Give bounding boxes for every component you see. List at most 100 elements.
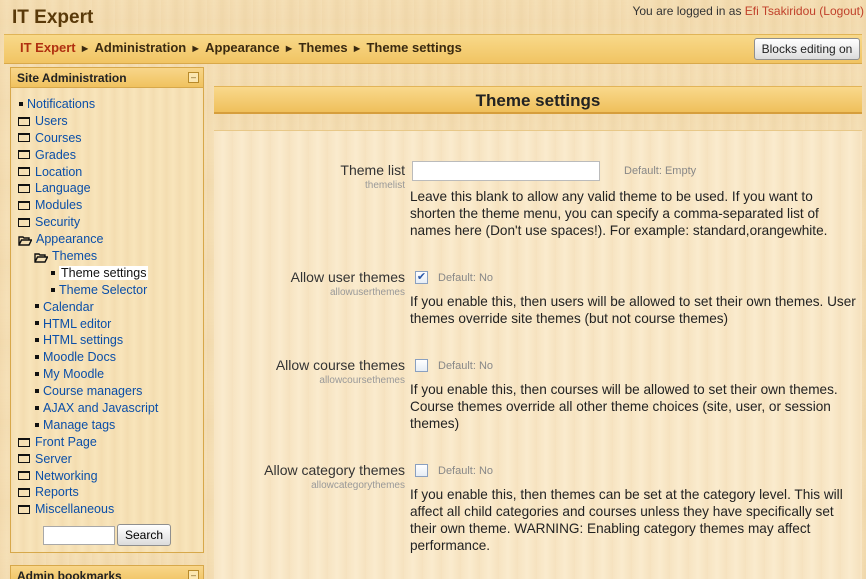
sidebar-item[interactable]: Notifications xyxy=(17,96,158,113)
folder-open-icon xyxy=(34,251,49,263)
folder-icon xyxy=(18,133,30,143)
setting-label: Allow category themes xyxy=(264,462,405,478)
sidebar-item-text: Notifications xyxy=(27,97,96,111)
navbar: IT Expert ► Administration ► Appearance ► Them… xyxy=(4,34,862,64)
user-name-link[interactable]: Efi Tsakiridou xyxy=(745,4,816,18)
sidebar-item[interactable]: HTML settings xyxy=(17,332,158,349)
sidebar-item-label[interactable]: Security xyxy=(35,215,80,229)
bullet-icon xyxy=(35,304,39,309)
setting-code: allowuserthemes xyxy=(329,287,405,298)
sidebar-item[interactable]: Reports xyxy=(17,484,158,501)
login-prefix: You are logged in as xyxy=(632,4,745,18)
setting-default: Default: No xyxy=(438,272,494,284)
sidebar-item[interactable]: Theme Selector xyxy=(17,282,158,299)
sidebar-item-label[interactable]: Language xyxy=(35,181,91,195)
sidebar-item-text: Courses xyxy=(35,130,82,145)
setting-default: Default: Empty xyxy=(624,165,697,177)
bullet-icon xyxy=(35,405,39,410)
sidebar-item-label[interactable]: Themes xyxy=(52,249,97,263)
sidebar-item-label[interactable]: Users xyxy=(35,114,68,128)
sidebar-item[interactable]: Front Page xyxy=(17,434,158,451)
sidebar-item-label[interactable]: Courses xyxy=(35,131,82,145)
breadcrumb-item-themes[interactable]: Themes xyxy=(298,40,347,55)
sidebar-item[interactable]: Modules xyxy=(17,197,158,214)
sidebar-item[interactable]: Appearance xyxy=(17,231,158,248)
login-info: You are logged in as Efi Tsakiridou (Log… xyxy=(632,4,864,18)
sidebar-item-label[interactable]: Front Page xyxy=(35,435,97,449)
setting-code: allowcategorythemes xyxy=(311,480,405,491)
folder-icon xyxy=(18,488,30,498)
breadcrumb-separator: ► xyxy=(351,43,363,55)
sidebar-item[interactable]: Security xyxy=(17,214,158,231)
sidebar-item-label[interactable]: Course managers xyxy=(43,384,142,398)
themelist-input[interactable] xyxy=(412,161,600,181)
sidebar-item-text: HTML editor xyxy=(43,316,112,331)
bullet-icon xyxy=(19,101,23,106)
sidebar-item-label[interactable]: Appearance xyxy=(36,232,103,246)
sidebar-item-label[interactable]: Moodle Docs xyxy=(43,350,116,364)
sidebar-item-label[interactable]: Server xyxy=(35,452,72,466)
sidebar-item-label[interactable]: HTML editor xyxy=(43,317,111,331)
sidebar-item-label[interactable]: HTML settings xyxy=(43,333,123,347)
sidebar-item-label[interactable]: Miscellaneous xyxy=(35,502,114,516)
breadcrumb-separator: ► xyxy=(79,43,91,55)
sidebar-item[interactable]: HTML editor xyxy=(17,316,158,333)
sidebar-item[interactable]: Networking xyxy=(17,468,158,485)
setting-code: allowcoursethemes xyxy=(319,375,405,386)
sidebar-item-label[interactable]: Grades xyxy=(35,148,76,162)
sidebar-item-label[interactable]: My Moodle xyxy=(43,367,104,381)
sidebar-item[interactable]: Moodle Docs xyxy=(17,349,158,366)
sidebar-item[interactable]: Theme settings xyxy=(17,265,158,282)
blocks-editing-button[interactable]: Blocks editing on xyxy=(754,38,860,60)
sidebar-item-label[interactable]: Reports xyxy=(35,485,79,499)
sidebar-item-label[interactable]: Networking xyxy=(35,469,98,483)
breadcrumb-item-administration[interactable]: Administration xyxy=(95,40,187,55)
sidebar-item[interactable]: Language xyxy=(17,180,158,197)
setting-label: Theme list xyxy=(340,162,405,178)
folder-icon xyxy=(18,437,30,447)
setting-label: Allow user themes xyxy=(290,269,405,285)
sidebar-item-label[interactable]: Modules xyxy=(35,198,82,212)
sidebar-item[interactable]: AJAX and Javascript xyxy=(17,400,158,417)
minus-icon[interactable]: – xyxy=(188,72,199,83)
folder-icon xyxy=(18,116,30,126)
sidebar-item-label[interactable]: Theme settings xyxy=(59,265,149,280)
sidebar-item[interactable]: Users xyxy=(17,113,158,130)
sidebar-item-label[interactable]: Manage tags xyxy=(43,418,115,432)
admin-search-button[interactable]: Search xyxy=(117,524,171,546)
allowuserthemes-checkbox[interactable]: ✔ xyxy=(415,271,428,284)
minus-icon[interactable]: – xyxy=(188,570,199,579)
setting-default: Default: No xyxy=(438,360,494,372)
breadcrumb-item-home[interactable]: IT Expert xyxy=(20,40,76,55)
sidebar-item[interactable]: Miscellaneous xyxy=(17,501,158,518)
breadcrumb-separator: ► xyxy=(283,43,295,55)
sidebar-item-text: HTML settings xyxy=(43,333,124,348)
folder-icon xyxy=(18,184,30,194)
sidebar-item-label[interactable]: Location xyxy=(35,165,82,179)
sidebar-item-label[interactable]: AJAX and Javascript xyxy=(43,401,158,415)
admin-search-input[interactable] xyxy=(43,525,115,545)
logout-link[interactable]: (Logout) xyxy=(819,4,864,18)
breadcrumb-item-current: Theme settings xyxy=(366,40,462,55)
allowcategorythemes-checkbox[interactable] xyxy=(415,464,428,477)
sidebar-item[interactable]: Grades xyxy=(17,147,158,164)
sidebar-item[interactable]: Server xyxy=(17,451,158,468)
sidebar-item[interactable]: Courses xyxy=(17,130,158,147)
bullet-icon xyxy=(35,371,39,376)
site-title: IT Expert xyxy=(12,7,94,28)
sidebar-item-text: Course managers xyxy=(43,384,143,399)
sidebar-item-label[interactable]: Notifications xyxy=(27,97,95,111)
breadcrumb-item-appearance[interactable]: Appearance xyxy=(205,40,279,55)
sidebar-item[interactable]: Themes xyxy=(17,248,158,265)
setting-description: If you enable this, then themes can be s… xyxy=(410,487,843,553)
sidebar-item[interactable]: Calendar xyxy=(17,299,158,316)
sidebar-item[interactable]: My Moodle xyxy=(17,366,158,383)
sidebar-item-text: Reports xyxy=(35,485,79,500)
allowcoursethemes-checkbox[interactable] xyxy=(415,359,428,372)
sidebar-item-label[interactable]: Theme Selector xyxy=(59,283,147,297)
page-header: IT Expert You are logged in as Efi Tsaki… xyxy=(0,0,866,64)
sidebar-item[interactable]: Course managers xyxy=(17,383,158,400)
sidebar-item[interactable]: Manage tags xyxy=(17,417,158,434)
sidebar-item-label[interactable]: Calendar xyxy=(43,300,94,314)
sidebar-item[interactable]: Location xyxy=(17,164,158,181)
